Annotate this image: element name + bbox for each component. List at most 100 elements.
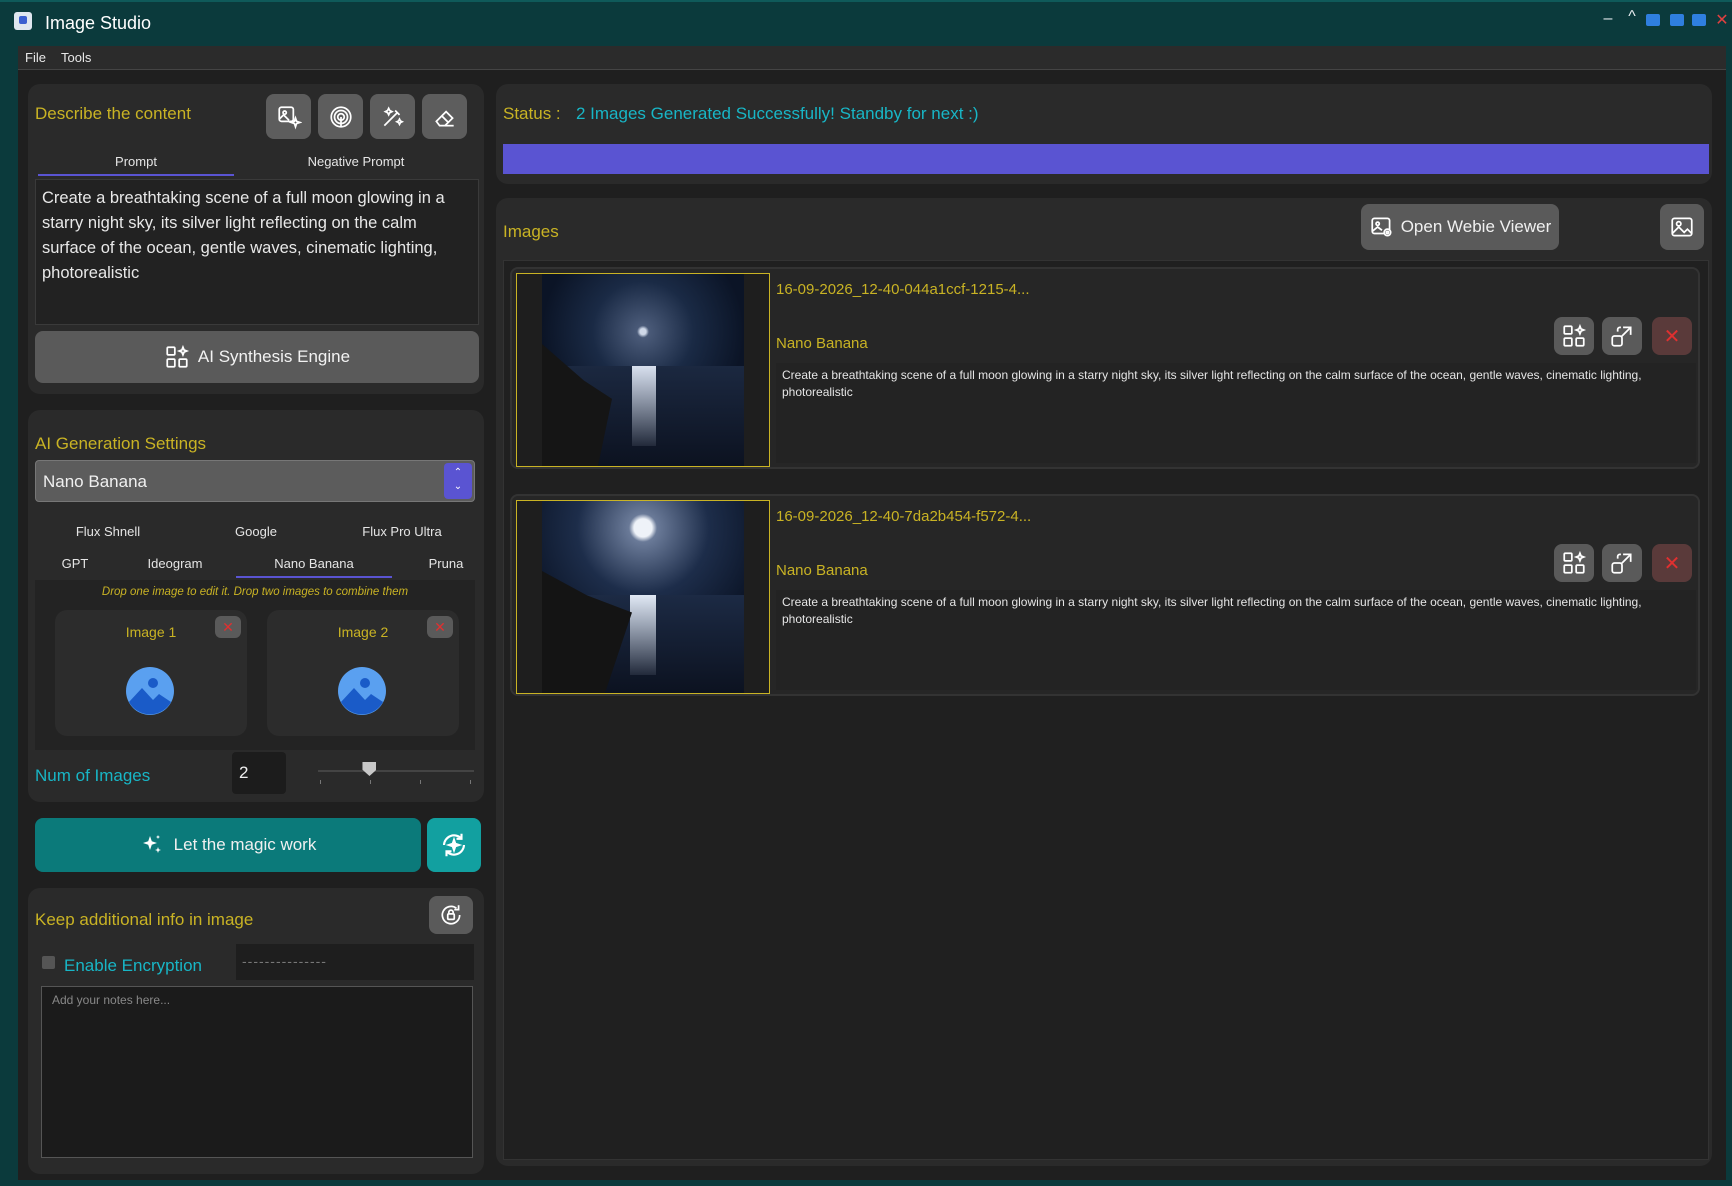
external-link-icon: [1611, 553, 1632, 574]
delete-image-icon[interactable]: ✕: [1652, 317, 1692, 355]
prompt-panel: Describe the content Prompt Negative Pro…: [28, 84, 484, 394]
moon-ocean-image: [542, 501, 744, 693]
clear-prompt-button[interactable]: [422, 94, 467, 139]
tab-ideogram[interactable]: Ideogram: [132, 556, 218, 571]
settings-heading: AI Generation Settings: [35, 434, 207, 453]
image-to-prompt-button[interactable]: [266, 94, 311, 139]
image-filename: 16-09-2026_12-40-044a1ccf-1215-4...: [776, 281, 1030, 298]
remove-image-2-icon[interactable]: ✕: [427, 616, 453, 638]
menu-tools[interactable]: Tools: [61, 50, 91, 65]
minimize-icon[interactable]: –: [1598, 10, 1618, 28]
delete-image-icon[interactable]: ✕: [1652, 544, 1692, 582]
restore-icon[interactable]: [1692, 14, 1712, 26]
fingerprint-button[interactable]: [318, 94, 363, 139]
moon-ocean-image: [542, 274, 744, 466]
open-images-button[interactable]: [1660, 204, 1704, 250]
menu-bar: File Tools: [18, 46, 1726, 70]
tab-gpt[interactable]: GPT: [50, 556, 100, 571]
image-placeholder-icon: [126, 667, 174, 715]
menu-file[interactable]: File: [25, 50, 46, 65]
image-prompt: Create a breathtaking scene of a full mo…: [776, 590, 1696, 690]
prompt-heading: Describe the content: [35, 104, 191, 123]
image-settings-icon: [1371, 217, 1392, 237]
widgets-icon: [1563, 550, 1587, 574]
window-title: Image Studio: [45, 13, 152, 33]
images-panel: Images Open Webie Viewer 16-09-2026_12-4…: [496, 198, 1712, 1166]
lock-refresh-button[interactable]: [429, 896, 473, 934]
tab-negative-prompt[interactable]: Negative Prompt: [238, 154, 474, 176]
notes-heading: Keep additional info in image: [35, 910, 254, 929]
notes-textarea[interactable]: Add your notes here...: [41, 986, 473, 1158]
open-webie-viewer-button[interactable]: Open Webie Viewer: [1361, 204, 1559, 250]
window-icon[interactable]: [1670, 14, 1690, 26]
image-icon: [1671, 217, 1693, 237]
magic-wand-icon: [382, 105, 404, 126]
title-bar: Image Studio – ^ ✕: [0, 2, 1732, 46]
main-area: Describe the content Prompt Negative Pro…: [18, 70, 1726, 1180]
status-label: Status :: [503, 104, 561, 123]
refresh-sparkle-icon: [442, 833, 466, 857]
let-the-magic-work-button[interactable]: Let the magic work: [35, 818, 421, 872]
tab-flux-pro-ultra[interactable]: Flux Pro Ultra: [342, 524, 462, 539]
images-heading: Images: [503, 222, 559, 241]
open-image-button[interactable]: [1602, 544, 1642, 582]
remove-image-1-icon[interactable]: ✕: [215, 616, 241, 638]
image-slot-2[interactable]: Image 2 ✕: [267, 610, 459, 736]
refresh-icon[interactable]: [1646, 14, 1666, 26]
image-prompt: Create a breathtaking scene of a full mo…: [776, 363, 1696, 463]
tab-nano-banana[interactable]: Nano Banana: [236, 556, 392, 578]
app-window: Image Studio – ^ ✕ File Tools Describe t…: [0, 0, 1732, 1186]
close-icon[interactable]: ✕: [1712, 10, 1732, 30]
images-list: 16-09-2026_12-40-044a1ccf-1215-4... Nano…: [503, 260, 1709, 1160]
image-card: 16-09-2026_12-40-7da2b454-f572-4... Nano…: [510, 494, 1700, 696]
status-text: 2 Images Generated Successfully! Standby…: [576, 104, 979, 123]
use-as-input-button[interactable]: [1554, 544, 1594, 582]
fingerprint-icon: [329, 105, 352, 128]
slider-thumb[interactable]: [362, 762, 377, 776]
app-icon: [14, 12, 32, 30]
model-select-value: Nano Banana: [43, 472, 147, 491]
progress-bar: [503, 144, 1709, 174]
num-images-input[interactable]: 2: [232, 752, 286, 794]
chevron-up-icon[interactable]: ^: [1622, 8, 1642, 26]
image-sparkle-icon: [277, 105, 302, 129]
tab-pruna[interactable]: Pruna: [418, 556, 474, 571]
use-as-input-button[interactable]: [1554, 317, 1594, 355]
open-webie-viewer-label: Open Webie Viewer: [1400, 217, 1552, 236]
password-field[interactable]: ---------------: [236, 944, 474, 980]
drop-hint: Drop one image to edit it. Drop two imag…: [101, 586, 409, 598]
image-model: Nano Banana: [776, 335, 868, 352]
ai-synthesis-engine-label: AI Synthesis Engine: [197, 347, 351, 366]
notes-panel: Keep additional info in image Enable Enc…: [28, 888, 484, 1174]
model-select[interactable]: Nano Banana ⌃ ⌄: [35, 460, 475, 502]
drop-area[interactable]: Drop one image to edit it. Drop two imag…: [35, 580, 475, 750]
settings-panel: AI Generation Settings Nano Banana ⌃ ⌄ Fl…: [28, 410, 484, 802]
tab-prompt[interactable]: Prompt: [38, 154, 234, 176]
enhance-prompt-button[interactable]: [370, 94, 415, 139]
widgets-icon: [166, 344, 190, 368]
tab-google[interactable]: Google: [206, 524, 306, 539]
image-card: 16-09-2026_12-40-044a1ccf-1215-4... Nano…: [510, 267, 1700, 469]
num-images-label: Num of Images: [35, 766, 151, 785]
image-model: Nano Banana: [776, 562, 868, 579]
auto-generate-button[interactable]: [427, 818, 481, 872]
prompt-textarea[interactable]: Create a breathtaking scene of a full mo…: [35, 179, 479, 325]
image-slot-1[interactable]: Image 1 ✕: [55, 610, 247, 736]
eraser-icon: [434, 109, 454, 127]
sparkles-icon: [142, 835, 161, 853]
tab-flux-shnell[interactable]: Flux Shnell: [58, 524, 158, 539]
image-filename: 16-09-2026_12-40-7da2b454-f572-4...: [776, 508, 1032, 525]
open-image-button[interactable]: [1602, 317, 1642, 355]
external-link-icon: [1611, 326, 1632, 347]
encryption-checkbox[interactable]: [42, 956, 55, 969]
image-thumbnail[interactable]: [516, 273, 770, 467]
image-thumbnail[interactable]: [516, 500, 770, 694]
ai-synthesis-engine-button[interactable]: AI Synthesis Engine: [35, 331, 479, 383]
num-images-slider[interactable]: [318, 762, 474, 784]
widgets-icon: [1563, 323, 1587, 347]
progress-fill: [503, 144, 1709, 174]
image-placeholder-icon: [338, 667, 386, 715]
spinner-arrows-icon[interactable]: ⌃ ⌄: [444, 463, 472, 499]
status-panel: Status : 2 Images Generated Successfully…: [496, 84, 1712, 184]
encryption-label: Enable Encryption: [64, 956, 202, 975]
